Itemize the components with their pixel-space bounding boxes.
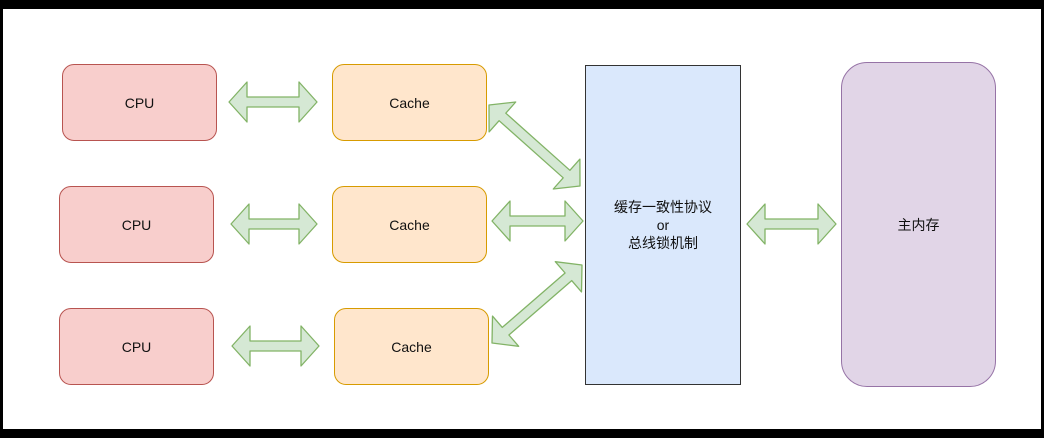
arrow-cache2-protocol <box>491 200 584 242</box>
arrow-cpu1-cache1 <box>228 81 318 123</box>
arrow-cache1-protocol <box>488 101 581 190</box>
diagram-canvas: CPU CPU CPU Cache Cache Cache 缓存一致性协议 or… <box>0 0 1044 438</box>
arrow-group <box>228 81 837 367</box>
arrow-cpu3-cache3 <box>231 325 320 367</box>
arrow-cache3-protocol <box>491 261 583 347</box>
arrows-layer <box>228 81 837 367</box>
arrow-protocol-memory <box>746 203 837 245</box>
arrow-cpu2-cache2 <box>230 203 318 245</box>
